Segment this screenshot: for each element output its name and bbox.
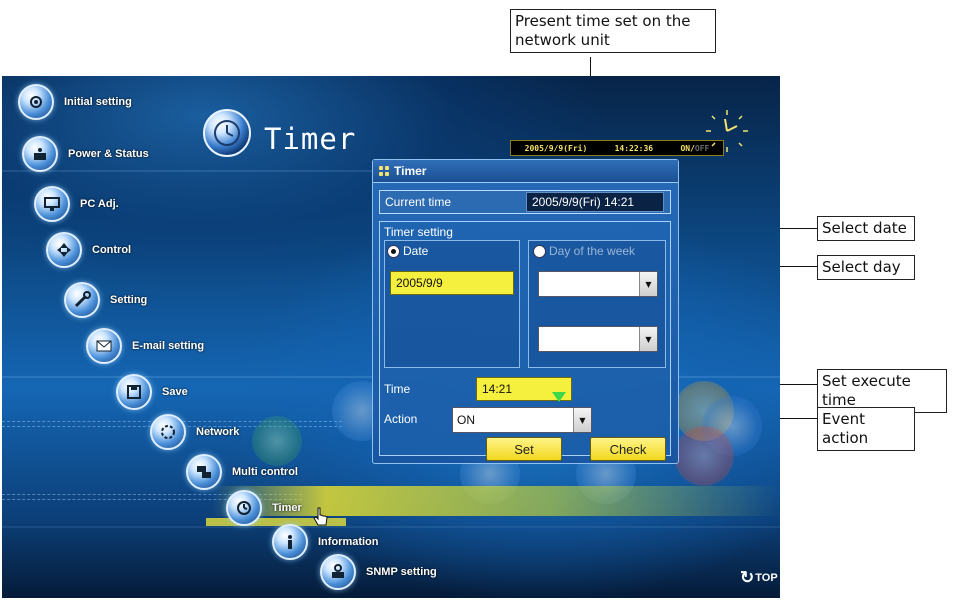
callout-select-date: Select date: [817, 216, 915, 241]
save-icon: [116, 374, 152, 410]
date-radio-label: Date: [403, 244, 429, 258]
callout-present-time: Present time set on the network unit: [510, 9, 716, 53]
menu-label: Initial setting: [64, 96, 132, 108]
date-radio-button[interactable]: [387, 244, 400, 258]
timer-clock-icon: [203, 109, 251, 157]
top-link-label: TOP: [755, 572, 778, 584]
day-radio-label: Day of the week: [549, 244, 636, 258]
decor-bubble: [674, 426, 734, 486]
menu-item-pc-adj[interactable]: PC Adj.: [34, 186, 119, 222]
status-time: 14:22:36: [614, 143, 654, 153]
menu-label: Setting: [110, 294, 148, 306]
action-select-value: ON: [457, 413, 475, 427]
day-select-2[interactable]: ▼: [538, 326, 658, 352]
timer-setting-group: Timer setting Date Day of the week 2005/…: [379, 221, 671, 461]
gear-icon: [18, 84, 54, 120]
menu-item-initial-setting[interactable]: Initial setting: [18, 84, 132, 120]
action-select[interactable]: ON ▼: [452, 407, 592, 433]
chevron-down-icon[interactable]: ▼: [639, 272, 657, 296]
callout-set-execute-time-text: Set execute time: [822, 372, 911, 409]
day-select-2-value: [539, 327, 639, 351]
monitor-icon: [34, 186, 70, 222]
animated-clock-icon: [706, 110, 748, 152]
power-icon: [22, 136, 58, 172]
date-radio[interactable]: Date: [387, 244, 428, 258]
panel-title: Timer: [394, 164, 427, 178]
status-on: ON/: [680, 143, 695, 153]
envelope-icon: [86, 328, 122, 364]
menu-item-snmp-setting[interactable]: SNMP setting: [320, 554, 437, 590]
menu-label: Power & Status: [68, 148, 149, 160]
date-input[interactable]: 2005/9/9: [390, 271, 514, 295]
menu-label: SNMP setting: [366, 566, 437, 578]
action-label: Action: [384, 412, 418, 426]
menu-item-save[interactable]: Save: [116, 374, 188, 410]
hand-cursor-icon: [313, 507, 328, 526]
refresh-icon: ↻: [740, 568, 755, 587]
time-label: Time: [384, 382, 411, 396]
network-icon: [150, 414, 186, 450]
current-time-label: Current time: [385, 195, 452, 209]
callout-select-date-text: Select date: [822, 219, 907, 237]
decor-streak: [2, 526, 780, 528]
timer-setting-label: Timer setting: [384, 225, 453, 239]
menu-label: Network: [196, 426, 240, 438]
callout-event-action: Event action: [817, 407, 915, 451]
callout-present-time-text: Present time set on the network unit: [515, 12, 691, 49]
menu-label: Information: [318, 536, 379, 548]
day-select-1-value: [539, 272, 639, 296]
current-time-row: Current time 2005/9/9(Fri) 14:21: [379, 190, 671, 214]
day-radio-button[interactable]: [533, 244, 546, 258]
menu-item-power-status[interactable]: Power & Status: [22, 136, 149, 172]
date-group: [384, 240, 520, 368]
callout-select-day: Select day: [817, 255, 915, 280]
grip-icon: [379, 166, 389, 176]
timer-panel: Timer Current time 2005/9/9(Fri) 14:21 T…: [372, 159, 679, 464]
panel-header: Timer: [373, 160, 678, 183]
snmp-icon: [320, 554, 356, 590]
multi-control-icon: [186, 454, 222, 490]
top-link[interactable]: ↻ TOP: [740, 568, 778, 588]
menu-item-multi-control[interactable]: Multi control: [186, 454, 298, 490]
menu-label: E-mail setting: [132, 340, 205, 352]
status-bar: 2005/9/9(Fri) 14:22:36 ON/OFF: [510, 140, 724, 156]
current-time-value: 2005/9/9(Fri) 14:21: [526, 192, 664, 212]
menu-label: Timer: [272, 502, 302, 514]
menu-item-setting[interactable]: Setting: [64, 282, 147, 318]
set-button[interactable]: Set: [486, 437, 562, 461]
menu-label: Multi control: [232, 466, 298, 478]
check-button[interactable]: Check: [590, 437, 666, 461]
callout-event-action-text: Event action: [822, 410, 869, 447]
day-select-1[interactable]: ▼: [538, 271, 658, 297]
menu-label: Control: [92, 244, 132, 256]
clock-icon: [226, 490, 262, 526]
menu-item-network[interactable]: Network: [150, 414, 239, 450]
menu-item-email-setting[interactable]: E-mail setting: [86, 328, 204, 364]
menu-item-control[interactable]: Control: [46, 232, 131, 268]
info-icon: [272, 524, 308, 560]
menu-label: Save: [162, 386, 188, 398]
menu-item-timer[interactable]: Timer: [226, 490, 302, 526]
control-icon: [46, 232, 82, 268]
menu-label: PC Adj.: [80, 198, 119, 210]
chevron-down-icon[interactable]: ▼: [639, 327, 657, 351]
app-window: Timer 2005/9/9(Fri) 14:22:36 ON/OFF Init…: [2, 76, 780, 598]
callout-select-day-text: Select day: [822, 258, 901, 276]
wrench-icon: [64, 282, 100, 318]
day-of-week-radio[interactable]: Day of the week: [533, 244, 635, 258]
chevron-down-icon[interactable]: ▼: [573, 408, 591, 432]
page-title: Timer: [264, 122, 357, 156]
status-date: 2005/9/9(Fri): [524, 143, 588, 153]
down-arrow-icon: [552, 392, 566, 402]
